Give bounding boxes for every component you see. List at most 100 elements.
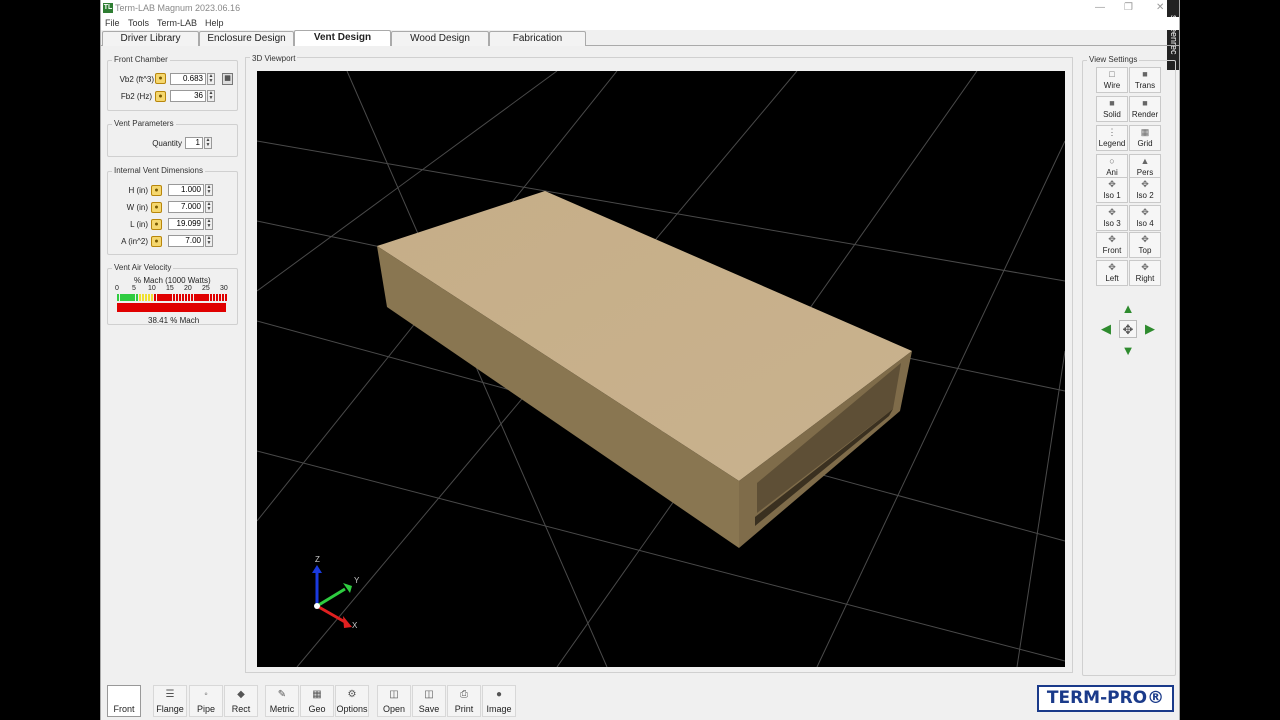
axis-label-x: X — [352, 621, 358, 630]
h-spinner[interactable]: ▲ ▼ — [205, 184, 213, 196]
internal-dimensions-group: Internal Vent Dimensions H (in) ● 1.000 … — [107, 166, 238, 255]
view-front-button[interactable]: ✥ Front — [1096, 232, 1128, 258]
geo-toolbar-button[interactable]: ▦ Geo — [300, 685, 334, 717]
toolbar-button-label: Options — [336, 704, 368, 714]
h-input[interactable]: 1.000 — [168, 184, 204, 196]
save-toolbar-button[interactable]: ◫ Save — [412, 685, 446, 717]
flange-toolbar-button[interactable]: ☰ Flange — [153, 685, 187, 717]
l-input[interactable]: 19.099 — [168, 218, 204, 230]
rect-toolbar-button[interactable]: ◆ Rect — [224, 685, 258, 717]
meter-segment — [187, 294, 191, 301]
app-logo-icon: TL — [103, 3, 113, 13]
tab-vent-design[interactable]: Vent Design — [294, 30, 391, 46]
maximize-icon[interactable]: ❐ — [1124, 2, 1133, 13]
open-toolbar-button[interactable]: ◫ Open — [377, 685, 411, 717]
print-toolbar-button[interactable]: ⎙ Print — [447, 685, 481, 717]
toolbar-button-label: Image — [486, 704, 512, 714]
tab-enclosure-design[interactable]: Enclosure Design — [199, 31, 294, 46]
fb2-spinner[interactable]: ▲ ▼ — [207, 90, 215, 102]
menu-help[interactable]: Help — [205, 18, 224, 28]
a-spinner[interactable]: ▲ ▼ — [205, 235, 213, 247]
tab-wood-design[interactable]: Wood Design — [391, 31, 489, 46]
view-button-label: Front — [1102, 246, 1122, 255]
quantity-input[interactable]: 1 — [185, 137, 203, 149]
view-iso3-button[interactable]: ✥ Iso 3 — [1096, 204, 1128, 231]
image-toolbar-button[interactable]: ● Image — [482, 685, 516, 717]
tab-fabrication[interactable]: Fabrication — [489, 31, 586, 46]
3d-viewport[interactable]: Z Y X — [257, 71, 1065, 667]
fb2-label: Fb2 (Hz) — [120, 92, 152, 101]
quantity-spinner[interactable]: ▲ ▼ — [204, 137, 212, 149]
l-lock-icon[interactable]: ● — [151, 219, 162, 230]
vent-parameters-title: Vent Parameters — [112, 119, 176, 128]
w-input[interactable]: 7.000 — [168, 201, 204, 213]
view-top-button[interactable]: ✥ Top — [1129, 232, 1161, 258]
h-lock-icon[interactable]: ● — [151, 185, 162, 196]
pan-center-icon[interactable]: ✥ — [1119, 320, 1137, 338]
menu-tools[interactable]: Tools — [128, 18, 149, 28]
right-view-icon: ✥ — [1141, 261, 1149, 272]
meter-segment — [206, 294, 209, 301]
front-chamber-title: Front Chamber — [112, 55, 170, 64]
calculator-icon[interactable]: ▦ — [222, 73, 233, 85]
pan-down-icon[interactable]: ▼ — [1119, 342, 1137, 360]
pan-right-icon[interactable]: ▶ — [1141, 320, 1159, 338]
velocity-scale-label: % Mach (1000 Watts) — [134, 276, 211, 285]
minimize-icon[interactable]: — — [1095, 2, 1105, 13]
pipe-icon: ◦ — [204, 689, 208, 700]
iso3-icon: ✥ — [1108, 206, 1116, 217]
close-icon[interactable]: ✕ — [1156, 2, 1164, 13]
view-trans-button[interactable]: ■ Trans — [1129, 67, 1161, 93]
pan-left-icon[interactable]: ◀ — [1097, 320, 1115, 338]
view-iso2-button[interactable]: ✥ Iso 2 — [1129, 177, 1161, 203]
view-iso4-button[interactable]: ✥ Iso 4 — [1129, 204, 1161, 231]
view-left-button[interactable]: ✥ Left — [1096, 259, 1128, 286]
meter-tick: 15 — [166, 285, 174, 292]
grid-icon: ▦ — [1140, 127, 1150, 137]
pan-up-icon[interactable]: ▲ — [1119, 300, 1137, 318]
menu-termlab[interactable]: Term-LAB — [157, 18, 197, 28]
w-spinner[interactable]: ▲ ▼ — [205, 201, 213, 213]
view-grid-button[interactable]: ▦ Grid — [1129, 125, 1161, 151]
pers-icon: ▲ — [1140, 156, 1150, 166]
menu-file[interactable]: File — [105, 18, 120, 28]
front-toolbar-button[interactable]: Front — [107, 685, 141, 717]
options-toolbar-button[interactable]: ⚙ Options — [335, 685, 369, 717]
iso2-icon: ✥ — [1141, 179, 1149, 189]
view-legend-button[interactable]: ⋮ Legend — [1096, 125, 1128, 151]
l-spinner[interactable]: ▲ ▼ — [205, 218, 213, 230]
w-lock-icon[interactable]: ● — [151, 202, 162, 213]
vb2-lock-icon[interactable]: ● — [155, 73, 166, 84]
viewport-scene[interactable] — [257, 71, 1065, 667]
toolbar-button-label: Print — [454, 704, 474, 714]
vb2-input[interactable]: 0.683 — [170, 73, 206, 85]
view-iso1-button[interactable]: ✥ Iso 1 — [1096, 177, 1128, 203]
a-lock-icon[interactable]: ● — [151, 236, 162, 247]
pipe-toolbar-button[interactable]: ◦ Pipe — [189, 685, 223, 717]
view-solid-button[interactable]: ■ Solid — [1096, 96, 1128, 122]
toolbar-button-label: Pipe — [196, 704, 215, 714]
front-chamber-group: Front Chamber Vb2 (ft^3) ● 0.683 ▲ ▼ ▦ Fb… — [107, 55, 238, 111]
view-render-button[interactable]: ■ Render — [1129, 96, 1161, 122]
view-right-button[interactable]: ✥ Right — [1129, 259, 1161, 286]
fb2-lock-icon[interactable]: ● — [155, 91, 166, 102]
view-button-label: Iso 1 — [1103, 191, 1121, 200]
a-input[interactable]: 7.00 — [168, 235, 204, 247]
meter-tick: 25 — [202, 285, 210, 292]
vb2-spinner[interactable]: ▲ ▼ — [207, 73, 215, 85]
meter-tick: 0 — [115, 285, 119, 292]
tab-driver-library[interactable]: Driver Library — [102, 31, 199, 46]
metric-toolbar-button[interactable]: ✎ Metric — [265, 685, 299, 717]
view-wire-button[interactable]: □ Wire — [1096, 67, 1128, 93]
view-button-label: Legend — [1098, 139, 1126, 148]
rect-icon: ◆ — [237, 689, 245, 700]
print-icon: ⎙ — [460, 689, 468, 700]
metric-icon: ✎ — [277, 689, 287, 700]
toolbar-button-label: Open — [382, 704, 406, 714]
fb2-input[interactable]: 36 — [170, 90, 206, 102]
geo-icon: ▦ — [312, 689, 322, 700]
iso1-icon: ✥ — [1108, 179, 1116, 189]
vent-parameters-group: Vent Parameters Quantity 1 ▲ ▼ — [107, 119, 238, 157]
view-button-label: Grid — [1137, 139, 1153, 148]
w-label: W (in) — [126, 203, 148, 212]
